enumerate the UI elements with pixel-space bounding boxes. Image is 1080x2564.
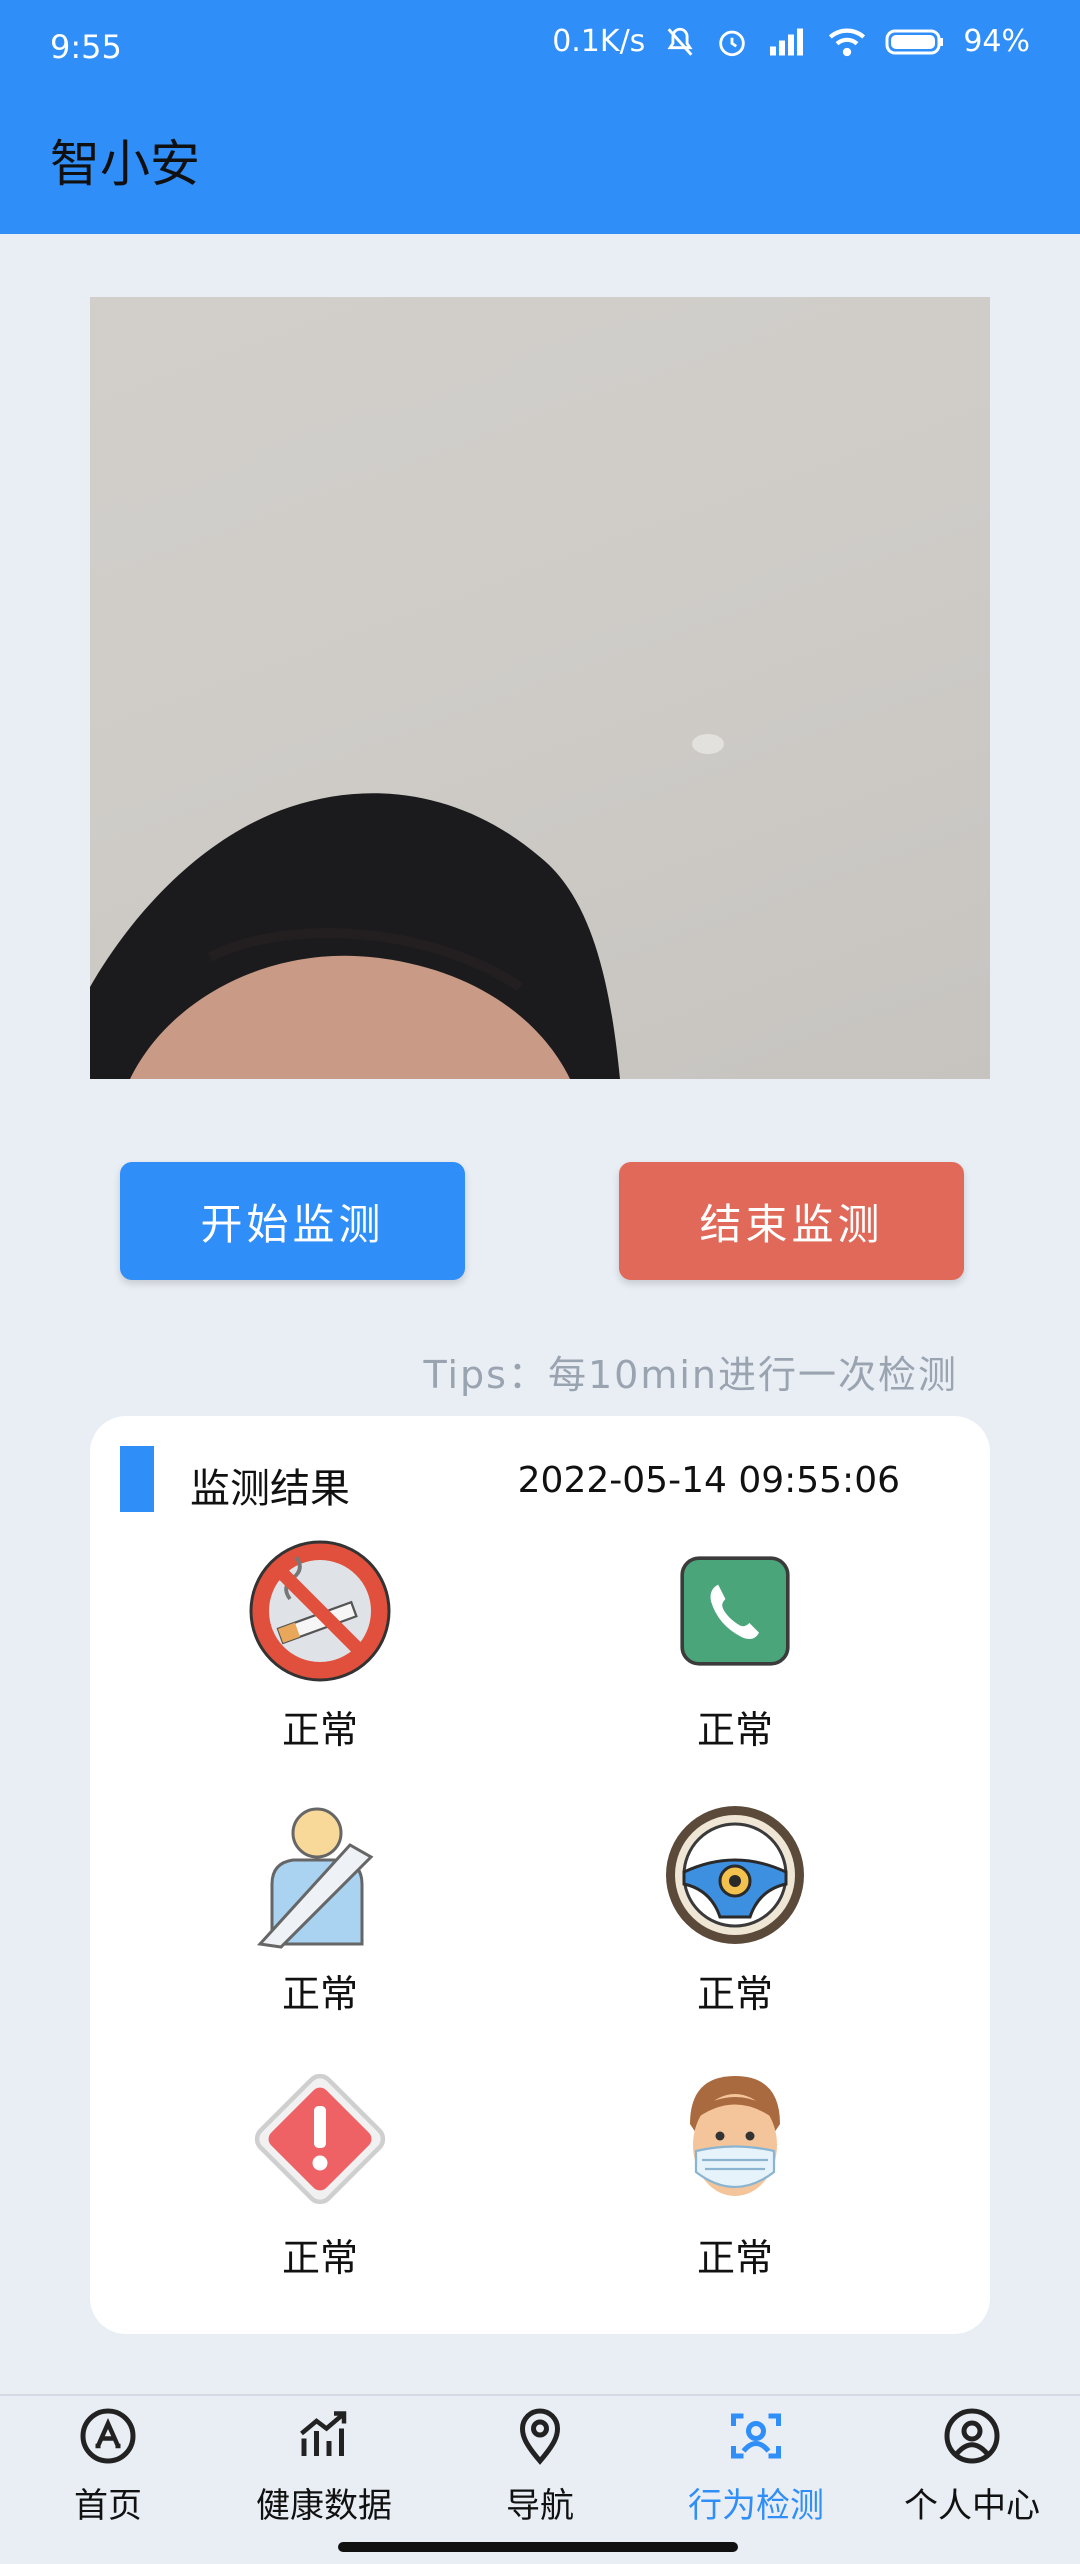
status-time: 9:55	[50, 28, 122, 66]
app-title: 智小安	[50, 135, 200, 193]
result-status: 正常	[281, 2236, 358, 2280]
warning-icon	[240, 2062, 400, 2215]
face-scan-icon	[726, 2406, 786, 2470]
result-status: 正常	[281, 1972, 358, 2016]
nav-item-profile[interactable]: 个人中心	[864, 2406, 1080, 2536]
nav-label: 首页	[74, 2486, 142, 2526]
card-accent-bar	[120, 1446, 154, 1512]
mute-icon	[663, 25, 697, 59]
nav-item-health[interactable]: 健康数据	[216, 2406, 432, 2536]
tips-text: Tips：每10min进行一次检测	[423, 1353, 958, 1397]
app-header: 9:55 0.1K/s 94% 智小安	[0, 0, 1080, 234]
start-monitoring-button[interactable]: 开始监测	[120, 1162, 465, 1280]
nav-label: 健康数据	[256, 2486, 392, 2526]
battery-icon	[885, 27, 945, 57]
home-indicator[interactable]	[338, 2542, 738, 2552]
result-item-seatbelt: 正常	[170, 1798, 470, 2018]
bottom-navigation: 首页 健康数据 导航 行为检测 个人中心	[0, 2394, 1080, 2564]
result-item-smoking: 正常	[170, 1534, 470, 1754]
stop-monitoring-button[interactable]: 结束监测	[619, 1162, 964, 1280]
result-status: 正常	[696, 1972, 773, 2016]
alarm-icon	[715, 25, 749, 59]
camera-frame-image	[90, 734, 724, 1079]
camera-preview	[90, 297, 990, 1079]
network-speed: 0.1K/s	[552, 24, 646, 59]
result-status: 正常	[281, 1708, 358, 1752]
face-mask-icon	[655, 2062, 815, 2215]
phone-icon	[655, 1534, 815, 1687]
status-bar: 9:55 0.1K/s 94%	[0, 0, 1080, 90]
nav-item-home[interactable]: 首页	[0, 2406, 216, 2536]
nav-label: 个人中心	[904, 2486, 1040, 2526]
no-smoking-icon	[240, 1534, 400, 1687]
location-pin-icon	[510, 2406, 570, 2470]
seatbelt-icon	[240, 1798, 400, 1951]
chart-icon	[294, 2406, 354, 2470]
nav-label: 行为检测	[688, 2486, 824, 2526]
result-item-warning: 正常	[170, 2062, 470, 2282]
result-status: 正常	[696, 1708, 773, 1752]
result-item-phone: 正常	[585, 1534, 885, 1754]
status-indicators: 0.1K/s 94%	[552, 24, 1030, 59]
result-status: 正常	[696, 2236, 773, 2280]
nav-item-navigation[interactable]: 导航	[432, 2406, 648, 2536]
nav-label: 导航	[506, 2486, 574, 2526]
nav-item-behavior[interactable]: 行为检测	[648, 2406, 864, 2536]
results-timestamp: 2022-05-14 09:55:06	[517, 1460, 900, 1501]
app-store-icon	[78, 2406, 138, 2470]
result-item-mask: 正常	[585, 2062, 885, 2282]
user-circle-icon	[942, 2406, 1002, 2470]
battery-percent: 94%	[963, 24, 1030, 59]
results-title: 监测结果	[190, 1466, 350, 1512]
wifi-icon	[827, 25, 867, 59]
signal-icon	[767, 25, 809, 59]
steering-wheel-icon	[655, 1798, 815, 1951]
results-card: 监测结果 2022-05-14 09:55:06 正常 正常 正常 正常 正常 …	[90, 1416, 990, 2334]
result-item-steering: 正常	[585, 1798, 885, 2018]
